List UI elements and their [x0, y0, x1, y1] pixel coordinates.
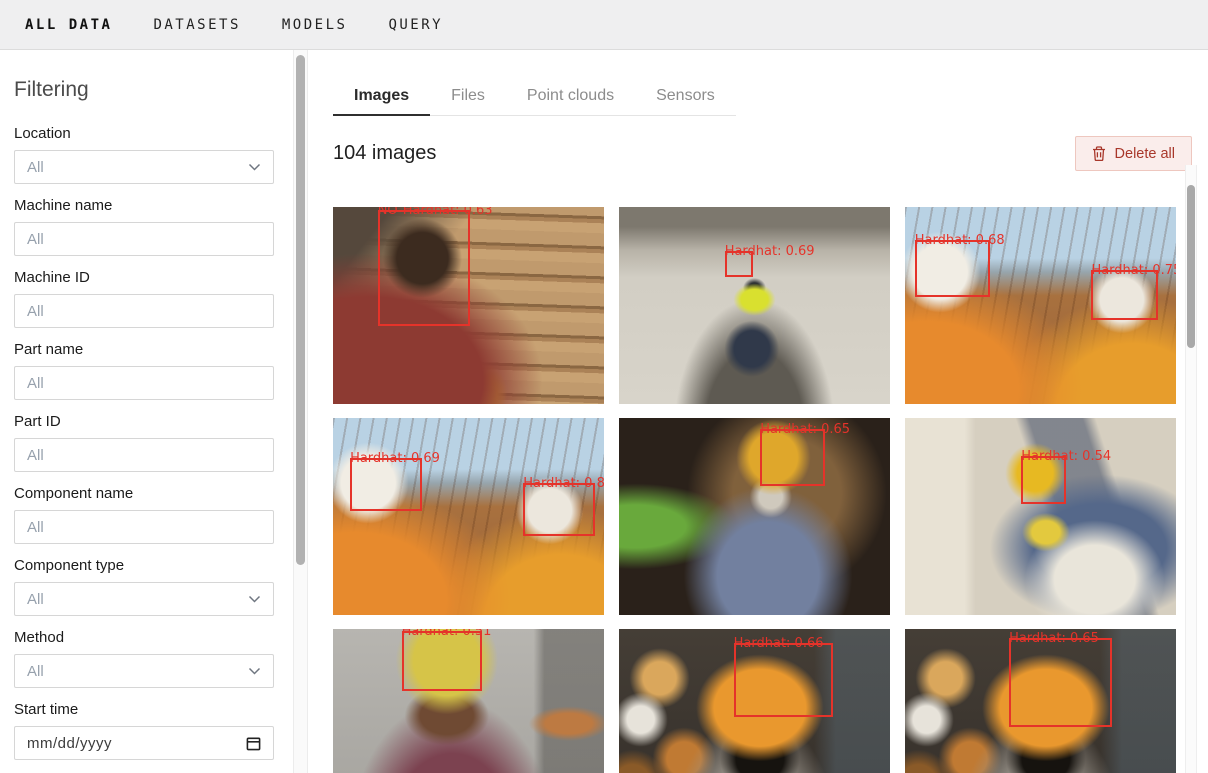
tab-bar: ImagesFilesPoint cloudsSensors [333, 78, 736, 116]
tab-sensors[interactable]: Sensors [635, 78, 736, 116]
method-selected-value: All [27, 663, 44, 680]
component-type-select[interactable]: All [14, 582, 274, 616]
image-thumbnail[interactable]: Hardhat: 0.66 [619, 629, 890, 773]
component-name-input[interactable] [14, 510, 274, 544]
detection-label: NO-Hardhat: 0.63 [378, 207, 493, 217]
detection-label: Hardhat: 0.66 [734, 637, 824, 650]
chevron-down-icon [248, 595, 261, 603]
main-scrollbar-thumb[interactable] [1187, 185, 1195, 348]
filter-group-component-name: Component name [14, 486, 293, 544]
filter-label-machine-name: Machine name [14, 198, 293, 214]
detection-box: Hardhat: 0.66 [734, 643, 833, 717]
machine-name-input[interactable] [14, 222, 274, 256]
filtering-title: Filtering [14, 78, 293, 102]
detection-box: Hardhat: 0.69 [725, 251, 753, 277]
trash-icon [1092, 146, 1106, 162]
detection-box: NO-Hardhat: 0.63 [378, 210, 470, 326]
tab-point-clouds[interactable]: Point clouds [506, 78, 635, 116]
part-id-input[interactable] [14, 438, 274, 472]
filter-group-part-id: Part ID [14, 414, 293, 472]
start-time-date-input[interactable]: mm/dd/yyyy [14, 726, 274, 760]
image-count: 104 images [333, 142, 436, 165]
detection-label: Hardhat: 0.51 [402, 629, 492, 638]
content-area: Filtering Location All Machine name Machine… [0, 50, 1208, 773]
main-scrollbar[interactable] [1185, 165, 1197, 773]
method-select[interactable]: All [14, 654, 274, 688]
tab-images[interactable]: Images [333, 78, 430, 116]
detection-label: Hardhat: 0.54 [1021, 450, 1111, 463]
detection-box: Hardhat: 0.65 [760, 429, 825, 486]
chevron-down-icon [248, 163, 261, 171]
detection-box: Hardhat: 0.81 [523, 483, 595, 536]
filter-label-part-id: Part ID [14, 414, 293, 430]
main-panel: ImagesFilesPoint cloudsSensors 104 image… [308, 50, 1208, 773]
app-root: ALL DATA DATASETS MODELS QUERY Filtering Lo… [0, 0, 1208, 773]
machine-id-input[interactable] [14, 294, 274, 328]
image-thumbnail[interactable]: Hardhat: 0.51 [333, 629, 604, 773]
image-thumbnail[interactable]: Hardhat: 0.65 [619, 418, 890, 615]
sidebar-scrollbar-thumb[interactable] [296, 55, 305, 565]
nav-item-query[interactable]: QUERY [388, 17, 443, 33]
filter-group-part-name: Part name [14, 342, 293, 400]
detection-label: Hardhat: 0.81 [523, 477, 604, 490]
filter-label-start-time: Start time [14, 702, 293, 718]
image-grid: NO-Hardhat: 0.63Hardhat: 0.69Hardhat: 0.… [333, 207, 1208, 773]
filter-label-method: Method [14, 630, 293, 646]
top-nav: ALL DATA DATASETS MODELS QUERY [0, 0, 1208, 50]
detection-label: Hardhat: 0.69 [350, 452, 440, 465]
location-select[interactable]: All [14, 150, 274, 184]
filter-group-start-time: Start time mm/dd/yyyy [14, 702, 293, 760]
detection-label: Hardhat: 0.65 [760, 423, 850, 436]
filter-group-machine-id: Machine ID [14, 270, 293, 328]
part-name-input[interactable] [14, 366, 274, 400]
image-thumbnail[interactable]: Hardhat: 0.69 Hardhat: 0.81 [333, 418, 604, 615]
detection-box: Hardhat: 0.68 [915, 240, 990, 297]
component-type-selected-value: All [27, 591, 44, 608]
start-time-date-value: mm/dd/yyyy [27, 735, 112, 752]
count-row: 104 images Delete all [333, 136, 1208, 171]
filter-group-component-type: Component type All [14, 558, 293, 616]
nav-item-datasets[interactable]: DATASETS [153, 17, 240, 33]
image-thumbnail[interactable]: Hardhat: 0.65 [905, 629, 1176, 773]
filter-group-location: Location All [14, 126, 293, 184]
nav-item-all-data[interactable]: ALL DATA [25, 17, 112, 33]
filter-label-location: Location [14, 126, 293, 142]
image-thumbnail[interactable]: Hardhat: 0.54 [905, 418, 1176, 615]
filter-label-component-name: Component name [14, 486, 293, 502]
location-selected-value: All [27, 159, 44, 176]
detection-label: Hardhat: 0.65 [1009, 632, 1099, 645]
calendar-icon [246, 736, 261, 751]
detection-box: Hardhat: 0.51 [402, 631, 482, 691]
filter-label-part-name: Part name [14, 342, 293, 358]
delete-all-button[interactable]: Delete all [1075, 136, 1192, 171]
detection-box: Hardhat: 0.65 [1009, 638, 1111, 727]
filter-group-machine-name: Machine name [14, 198, 293, 256]
delete-all-label: Delete all [1115, 146, 1175, 162]
filter-label-component-type: Component type [14, 558, 293, 574]
detection-label: Hardhat: 0.68 [915, 234, 1005, 247]
image-thumbnail[interactable]: NO-Hardhat: 0.63 [333, 207, 604, 404]
nav-item-models[interactable]: MODELS [282, 17, 348, 33]
tab-files[interactable]: Files [430, 78, 506, 116]
image-thumbnail[interactable]: Hardhat: 0.68 Hardhat: 0.75 [905, 207, 1176, 404]
filter-label-machine-id: Machine ID [14, 270, 293, 286]
detection-box: Hardhat: 0.54 [1021, 456, 1066, 504]
detection-label: Hardhat: 0.75 [1091, 264, 1176, 277]
detection-box: Hardhat: 0.75 [1091, 270, 1158, 320]
chevron-down-icon [248, 667, 261, 675]
detection-label: Hardhat: 0.69 [725, 245, 815, 258]
filter-sidebar: Filtering Location All Machine name Machine… [0, 50, 293, 773]
filter-list: Location All Machine name Machine ID Part na… [14, 126, 293, 760]
sidebar-scrollbar[interactable] [293, 50, 308, 773]
filter-group-method: Method All [14, 630, 293, 688]
detection-box: Hardhat: 0.69 [350, 458, 422, 511]
image-thumbnail[interactable]: Hardhat: 0.69 [619, 207, 890, 404]
